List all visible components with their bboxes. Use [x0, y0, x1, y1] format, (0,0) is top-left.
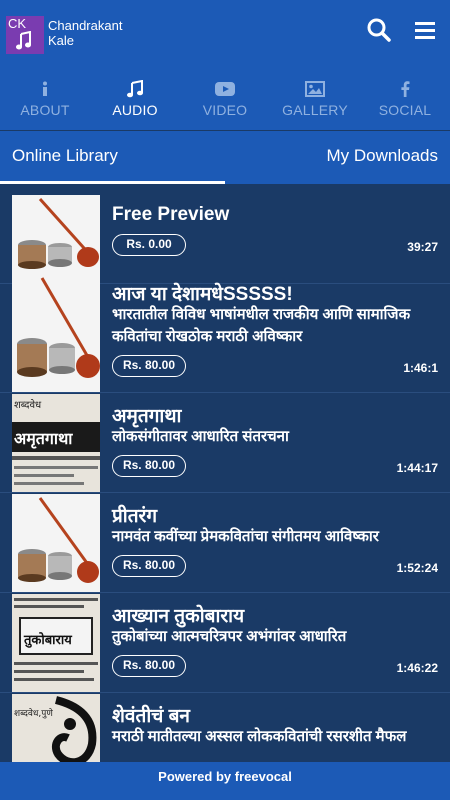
item-description: लोकसंगीतावर आधारित संतरचना	[112, 428, 289, 445]
brand-line-1: Chandrakant	[48, 18, 123, 33]
tab-video[interactable]: VIDEO	[180, 60, 270, 130]
thumb-text-shabdavedh: शब्दवेध	[14, 399, 42, 411]
brand-line-2: Kale	[48, 33, 75, 48]
facebook-icon	[360, 80, 450, 98]
tab-audio[interactable]: AUDIO	[90, 60, 180, 130]
album-thumbnail: शब्दवेध अमृतगाथा	[12, 394, 100, 492]
album-thumbnail: तुकोबाराय	[12, 594, 100, 692]
play-video-icon	[180, 80, 270, 98]
list-item[interactable]: शब्दवेध,पुणे शेवंतीचं बन मराठी मातीतल्या…	[0, 693, 450, 762]
tab-online-library[interactable]: Online Library	[12, 131, 118, 184]
library-subtabs: Online Library My Downloads	[0, 131, 450, 184]
item-description: भारतातील विविध भाषांमधील राजकीय आणि सामा…	[112, 306, 411, 345]
item-title: शेवंतीचं बन	[112, 706, 190, 727]
item-duration: 1:52:24	[396, 561, 438, 575]
app-logo[interactable]: CK	[6, 16, 44, 54]
item-duration: 1:44:17	[396, 461, 438, 475]
music-note-icon	[16, 30, 32, 56]
thumb-text-tukobaray: तुकोबाराय	[23, 632, 72, 648]
music-note-icon	[90, 80, 180, 98]
album-thumbnail	[12, 494, 100, 592]
price-badge[interactable]: Rs. 80.00	[112, 555, 186, 577]
hamburger-menu-icon[interactable]	[412, 17, 438, 43]
image-icon	[270, 80, 360, 98]
item-description: तुकोबांच्या आत्मचरित्रपर अभंगांवर आधारित	[112, 628, 347, 645]
album-thumbnail	[12, 272, 100, 392]
item-description: मराठी मातीतल्या अस्सल लोककवितांची रसरशीत…	[112, 728, 407, 745]
thumb-text-shabdavedh-pune: शब्दवेध,पुणे	[14, 707, 53, 719]
item-title: अमृतगाथा	[112, 406, 182, 427]
item-duration: 39:27	[407, 240, 438, 254]
list-item[interactable]: Free Preview Rs. 0.00 39:27	[0, 184, 450, 284]
album-thumbnail: शब्दवेध,पुणे	[12, 694, 100, 762]
app-title: Chandrakant Kale	[48, 18, 122, 48]
album-thumbnail	[12, 195, 100, 273]
tab-audio-label: AUDIO	[112, 102, 158, 118]
item-duration: 1:46:22	[396, 661, 438, 675]
search-icon[interactable]	[366, 17, 392, 43]
thumb-text-amrutgatha: अमृतगाथा	[14, 429, 73, 449]
app-header: CK Chandrakant Kale	[0, 0, 450, 60]
tab-gallery[interactable]: GALLERY	[270, 60, 360, 130]
tab-gallery-label: GALLERY	[282, 102, 348, 118]
info-icon	[0, 80, 90, 98]
item-title: आज या देशामधेSSSSS!	[112, 284, 293, 305]
list-item[interactable]: प्रीतरंग नामवंत कवींच्या प्रेमकवितांचा स…	[0, 493, 450, 593]
tab-social[interactable]: SOCIAL	[360, 60, 450, 130]
tab-video-label: VIDEO	[202, 102, 248, 118]
item-title: Free Preview	[112, 204, 230, 225]
price-badge[interactable]: Rs. 80.00	[112, 455, 186, 477]
list-item[interactable]: आज या देशामधेSSSSS! भारतातील विविध भाषां…	[0, 271, 450, 393]
tab-about[interactable]: ABOUT	[0, 60, 90, 130]
main-tabs: ABOUT AUDIO VIDEO GALLERY SOCIAL	[0, 60, 450, 130]
price-badge[interactable]: Rs. 80.00	[112, 655, 186, 677]
audio-list[interactable]: Free Preview Rs. 0.00 39:27 आज या देशामध…	[0, 184, 450, 762]
list-item[interactable]: तुकोबाराय आख्यान तुकोबाराय तुकोबांच्या आ…	[0, 593, 450, 693]
tab-my-downloads[interactable]: My Downloads	[327, 131, 439, 184]
item-title: आख्यान तुकोबाराय	[112, 606, 245, 627]
tab-social-label: SOCIAL	[378, 102, 432, 118]
tab-about-label: ABOUT	[20, 102, 70, 118]
list-item[interactable]: शब्दवेध अमृतगाथा अमृतगाथा लोकसंगीतावर आध…	[0, 393, 450, 493]
item-description: नामवंत कवींच्या प्रेमकवितांचा संगीतमय आव…	[112, 528, 379, 545]
item-duration: 1:46:1	[403, 361, 438, 375]
item-title: प्रीतरंग	[112, 506, 158, 527]
price-badge[interactable]: Rs. 0.00	[112, 234, 186, 256]
logo-text: CK	[8, 16, 27, 31]
powered-by-footer[interactable]: Powered by freevocal	[0, 762, 450, 800]
price-badge[interactable]: Rs. 80.00	[112, 355, 186, 377]
